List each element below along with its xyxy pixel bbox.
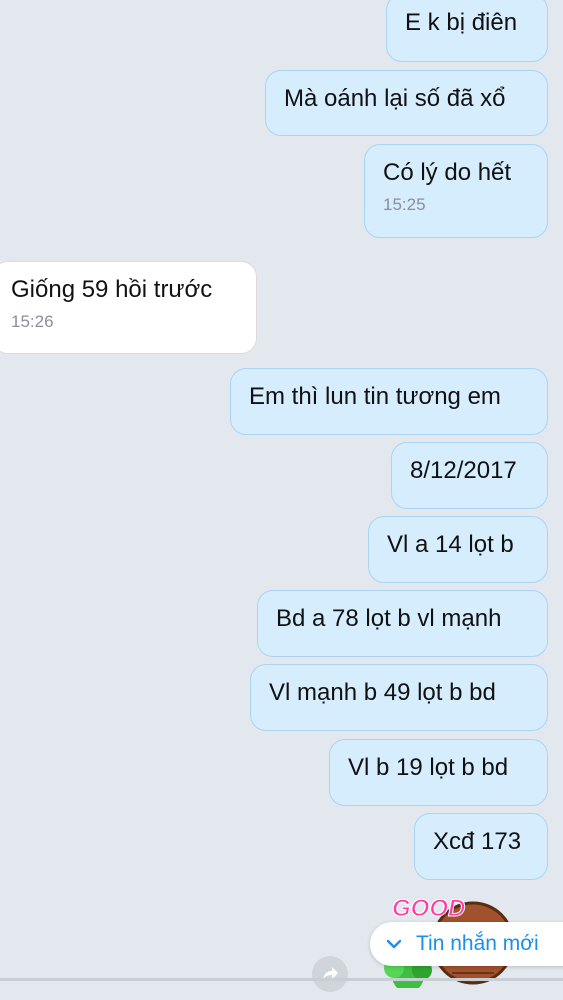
- message-timestamp: 15:25: [383, 195, 426, 214]
- message-text: Vl b 19 lọt b bd: [348, 754, 509, 781]
- message-text: E k bị điên: [405, 9, 518, 36]
- chevron-down-icon: [386, 939, 402, 949]
- message-outgoing[interactable]: E k bị điên: [386, 0, 548, 62]
- message-text: Vl a 14 lọt b: [387, 531, 514, 558]
- message-text: Bd a 78 lọt b vl mạnh: [276, 605, 502, 632]
- message-incoming[interactable]: Giống 59 hồi trước 15:26: [0, 261, 257, 354]
- message-outgoing[interactable]: 8/12/2017: [391, 442, 548, 509]
- message-outgoing[interactable]: Bd a 78 lọt b vl mạnh: [257, 590, 548, 657]
- message-outgoing[interactable]: Xcđ 173: [414, 813, 548, 880]
- message-text: Mà oánh lại số đã xổ: [284, 85, 506, 112]
- message-outgoing[interactable]: Vl mạnh b 49 lọt b bd: [250, 664, 548, 731]
- message-text: Có lý do hết: [383, 159, 512, 186]
- message-outgoing[interactable]: Vl b 19 lọt b bd: [329, 739, 548, 806]
- message-outgoing[interactable]: Vl a 14 lọt b: [368, 516, 548, 583]
- message-outgoing[interactable]: Em thì lun tin tương em: [230, 368, 548, 435]
- message-text: Em thì lun tin tương em: [249, 383, 501, 410]
- new-messages-label: Tin nhắn mới: [416, 932, 539, 955]
- message-outgoing[interactable]: Mà oánh lại số đã xổ: [265, 70, 548, 136]
- message-outgoing[interactable]: Có lý do hết 15:25: [364, 144, 548, 238]
- sticker-text: GOOD: [392, 895, 465, 922]
- message-text: Giống 59 hồi trước: [11, 276, 213, 303]
- divider: [0, 978, 563, 981]
- message-text: Xcđ 173: [433, 828, 522, 855]
- share-button[interactable]: [312, 956, 348, 992]
- message-timestamp: 15:26: [11, 312, 54, 331]
- message-text: 8/12/2017: [410, 457, 517, 484]
- new-messages-button[interactable]: Tin nhắn mới: [370, 922, 563, 966]
- message-text: Vl mạnh b 49 lọt b bd: [269, 679, 496, 706]
- share-arrow-icon: [323, 967, 338, 980]
